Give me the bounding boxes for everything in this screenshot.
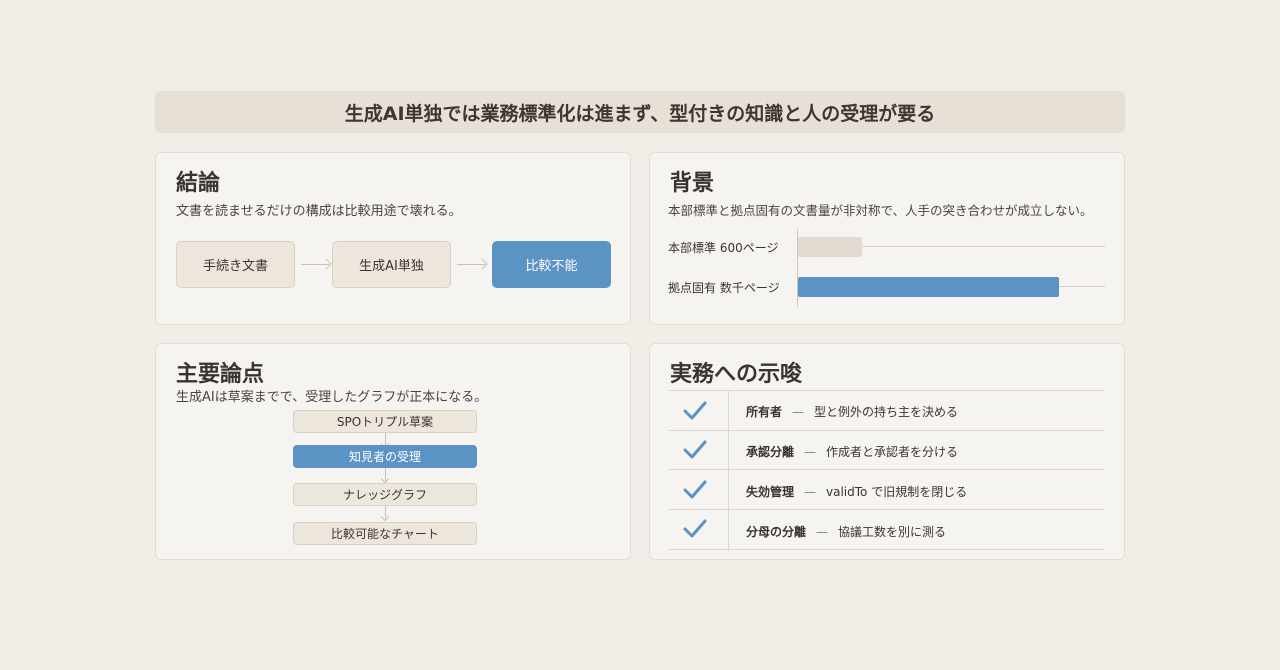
- check-icon: [683, 480, 707, 499]
- dash: —: [804, 485, 817, 499]
- column-divider: [728, 391, 729, 551]
- bar-label-hq: 本部標準 600ページ: [668, 241, 779, 255]
- implications-title: 実務への示唆: [670, 362, 803, 387]
- implication-key: 承認分離: [746, 445, 795, 459]
- step-expert-acceptance: 知見者の受理: [293, 445, 477, 468]
- bar-site: [798, 277, 1059, 297]
- step-spo-draft: SPOトリプル草案: [293, 410, 477, 433]
- implication-row-owner: 所有者 — 型と例外の持ち主を決める: [746, 403, 958, 420]
- flow-step-genai-only: 生成AI単独: [332, 241, 451, 288]
- implication-key: 分母の分離: [746, 525, 807, 539]
- conclusion-card: 結論 文書を読ませるだけの構成は比較用途で壊れる。 手続き文書 生成AI単独 比…: [155, 152, 631, 325]
- conclusion-title: 結論: [176, 171, 221, 196]
- dash: —: [816, 525, 829, 539]
- check-icon: [683, 440, 707, 459]
- implication-row-denominator: 分母の分離 — 協議工数を別に測る: [746, 523, 946, 540]
- row-divider: [668, 430, 1104, 431]
- step-arrow-2: [385, 468, 386, 482]
- background-card: 背景 本部標準と拠点固有の文書量が非対称で、人手の突き合わせが成立しない。 本部…: [649, 152, 1125, 325]
- step-comparable-chart: 比較可能なチャート: [293, 522, 477, 545]
- bar-label-site: 拠点固有 数千ページ: [668, 281, 780, 295]
- implication-key: 所有者: [746, 405, 783, 419]
- row-divider: [668, 509, 1104, 510]
- bar-hq: [798, 237, 862, 257]
- dash: —: [792, 405, 805, 419]
- page-title: 生成AI単独では業務標準化は進まず、型付きの知識と人の受理が要る: [344, 102, 936, 125]
- flow-arrow-2: [457, 264, 485, 265]
- implication-row-approval: 承認分離 — 作成者と承認者を分ける: [746, 443, 958, 460]
- flow-step-documents: 手続き文書: [176, 241, 295, 288]
- conclusion-subtitle: 文書を読ませるだけの構成は比較用途で壊れる。: [176, 204, 462, 219]
- background-title: 背景: [670, 171, 715, 196]
- row-divider: [668, 549, 1104, 550]
- flow-arrow-1: [301, 264, 329, 265]
- row-divider: [668, 390, 1104, 391]
- implication-row-expiry: 失効管理 — validTo で旧規制を閉じる: [746, 483, 967, 500]
- implication-text: 協議工数を別に測る: [838, 525, 947, 539]
- page-title-banner: 生成AI単独では業務標準化は進まず、型付きの知識と人の受理が要る: [155, 91, 1125, 133]
- implications-card: 実務への示唆 所有者 — 型と例外の持ち主を決める 承認分離 — 作成者と承認者を分ける…: [649, 343, 1125, 560]
- implication-text: validTo で旧規制を閉じる: [826, 485, 968, 499]
- step-arrow-3: [385, 506, 386, 520]
- step-knowledge-graph: ナレッジグラフ: [293, 483, 477, 506]
- key-points-title: 主要論点: [176, 362, 265, 387]
- check-icon: [683, 519, 707, 538]
- flow-step-not-comparable: 比較不能: [492, 241, 611, 288]
- row-divider: [668, 469, 1104, 470]
- implication-text: 型と例外の持ち主を決める: [814, 405, 959, 419]
- background-subtitle: 本部標準と拠点固有の文書量が非対称で、人手の突き合わせが成立しない。: [668, 203, 1093, 218]
- key-points-subtitle: 生成AIは草案までで、受理したグラフが正本になる。: [176, 390, 488, 405]
- implication-text: 作成者と承認者を分ける: [826, 445, 959, 459]
- key-points-card: 主要論点 生成AIは草案までで、受理したグラフが正本になる。 SPOトリプル草案…: [155, 343, 631, 560]
- implication-key: 失効管理: [746, 485, 795, 499]
- check-icon: [683, 401, 707, 420]
- dash: —: [804, 445, 817, 459]
